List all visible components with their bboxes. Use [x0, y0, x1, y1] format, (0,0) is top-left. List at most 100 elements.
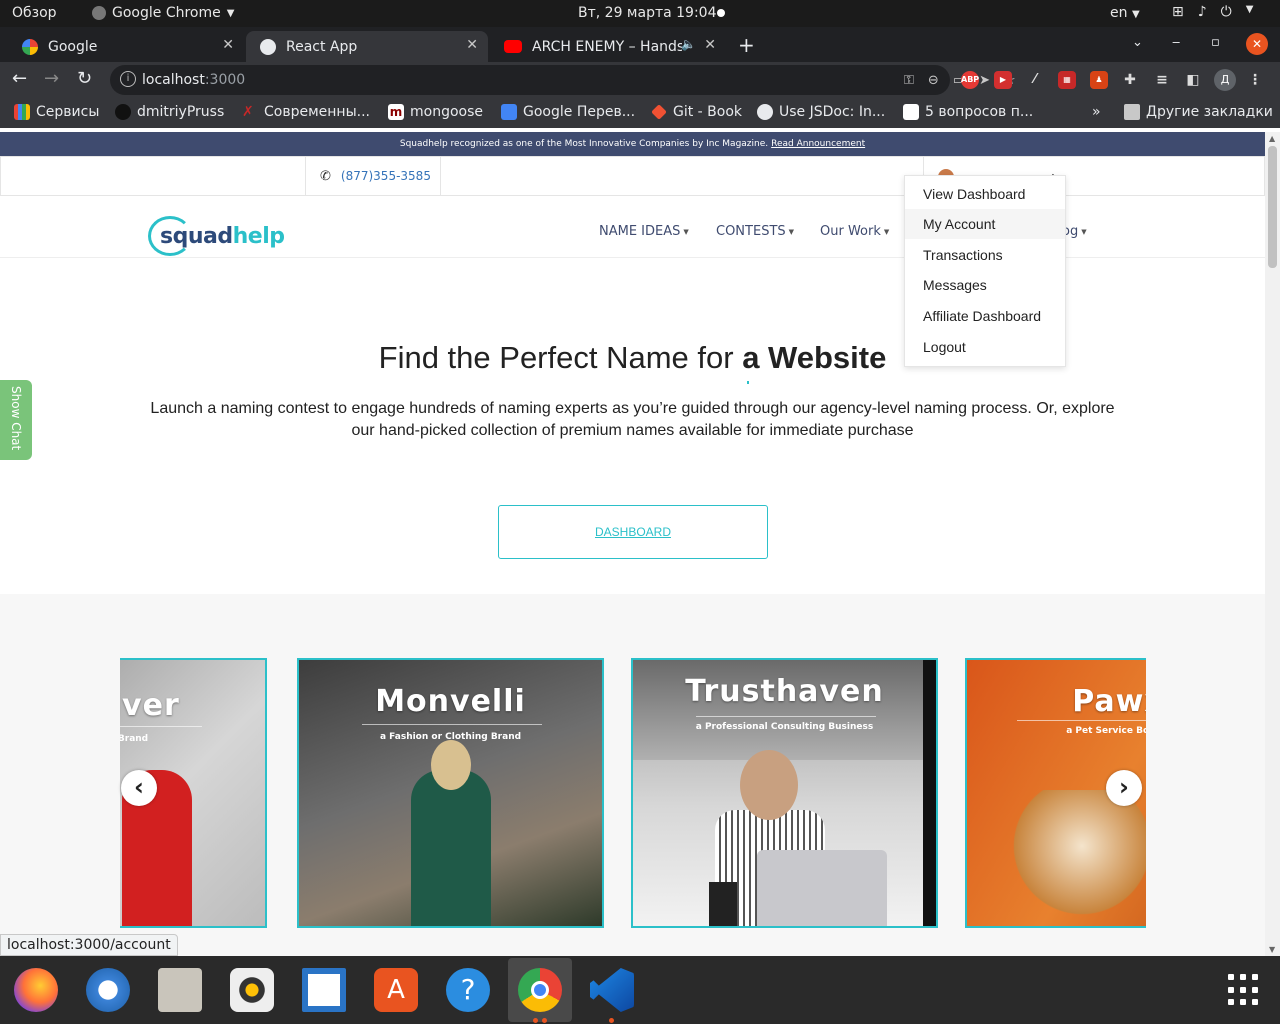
- extension-icon[interactable]: ▦: [1058, 71, 1076, 89]
- tab-search-icon[interactable]: ⌄: [1132, 35, 1143, 50]
- menu-item-view-dashboard[interactable]: View Dashboard: [905, 179, 1065, 209]
- zoom-icon[interactable]: ⊖: [928, 73, 939, 88]
- nav-label: NAME IDEAS: [599, 224, 681, 239]
- url-text[interactable]: localhost:3000: [142, 72, 245, 88]
- extension-icon[interactable]: ♟: [1090, 71, 1108, 89]
- language-indicator[interactable]: en ▼: [1110, 5, 1140, 21]
- maximize-icon[interactable]: ▫: [1211, 35, 1220, 50]
- more-bookmarks-button[interactable]: »: [1092, 104, 1101, 120]
- bookmark-translate[interactable]: Google Перев...: [501, 104, 635, 120]
- tab-title: React App: [286, 38, 358, 55]
- google-icon: [22, 38, 38, 55]
- chrome-center: [531, 981, 549, 999]
- chevron-down-icon: ▼: [1131, 9, 1140, 20]
- bookmark-mongoose[interactable]: m mongoose: [388, 104, 483, 120]
- tab-react-app[interactable]: React App ✕: [246, 31, 488, 62]
- running-indicator: [533, 1018, 538, 1023]
- gallery-card[interactable]: Monvelli a Fashion or Clothing Brand: [297, 658, 604, 928]
- software-icon[interactable]: A: [374, 968, 418, 1012]
- bookmark-jsdoc[interactable]: Use JSDoc: In...: [757, 104, 885, 120]
- menu-item-logout[interactable]: Logout: [905, 332, 1065, 362]
- firefox-icon[interactable]: [14, 968, 58, 1012]
- tab-arch-enemy[interactable]: ARCH ENEMY – Hands 🔈 ✕: [490, 31, 726, 62]
- card-subtitle: lothing Brand: [120, 734, 149, 744]
- puzzle-icon[interactable]: ✚: [1121, 71, 1139, 89]
- dashboard-button[interactable]: DASHBOARD: [498, 505, 768, 559]
- address-bar[interactable]: i localhost:3000 ⚿ ⊖ ▭ ➤ ☆: [110, 65, 1016, 95]
- other-bookmarks[interactable]: Другие закладки: [1124, 104, 1273, 120]
- tab-google[interactable]: Google ✕: [8, 31, 244, 62]
- gallery-card[interactable]: Trusthaven a Professional Consulting Bus…: [631, 658, 938, 928]
- bookmark-modern[interactable]: ✗ Современны...: [242, 104, 370, 120]
- back-icon[interactable]: ←: [12, 68, 27, 89]
- apps-icon: [14, 104, 30, 120]
- app-menu[interactable]: Google Chrome ▼: [92, 5, 234, 21]
- eyedropper-icon[interactable]: ⁄: [1026, 71, 1044, 89]
- bookmark-label: Современны...: [264, 104, 370, 120]
- bookmark-label: Git - Book: [673, 104, 743, 120]
- extension-red-icon[interactable]: ▶: [994, 71, 1012, 89]
- media-icon[interactable]: ≡: [1153, 71, 1171, 89]
- scrollbar-thumb[interactable]: [1268, 146, 1277, 268]
- hero-title-highlight: a Website: [742, 340, 887, 375]
- reload-icon[interactable]: ↻: [77, 68, 92, 89]
- reading-list-icon[interactable]: ◧: [1184, 71, 1202, 89]
- nav-contests[interactable]: CONTESTS ▼: [716, 224, 794, 239]
- system-tray[interactable]: ⊞ ♪ ⏻ ▼: [1172, 4, 1253, 20]
- menu-item-messages[interactable]: Messages: [905, 270, 1065, 300]
- bookmark-github[interactable]: dmitriyPruss: [115, 104, 224, 120]
- rhythmbox-icon[interactable]: [230, 968, 274, 1012]
- info-icon[interactable]: i: [120, 71, 136, 87]
- vscode-icon[interactable]: [590, 968, 634, 1012]
- forward-icon[interactable]: →: [44, 68, 59, 89]
- files-icon[interactable]: [158, 968, 202, 1012]
- bookmark-5-questions[interactable]: 5 вопросов п...: [903, 104, 1033, 120]
- adblock-icon[interactable]: ABP: [961, 71, 979, 89]
- clock[interactable]: Вт, 29 марта 19:04: [578, 5, 716, 21]
- minimize-icon[interactable]: ‒: [1172, 35, 1180, 50]
- phone-contact[interactable]: ✆ (877)355-3585: [305, 157, 441, 195]
- carousel-next-button[interactable]: ›: [1106, 770, 1142, 806]
- nav-our-work[interactable]: Our Work ▼: [820, 224, 889, 239]
- close-icon[interactable]: ✕: [466, 37, 478, 53]
- show-applications-icon[interactable]: [1228, 974, 1260, 1006]
- divider: [120, 726, 202, 727]
- new-tab-button[interactable]: +: [738, 33, 755, 57]
- help-icon[interactable]: ?: [446, 968, 490, 1012]
- bookmark-label: Use JSDoc: In...: [779, 104, 886, 120]
- send-icon[interactable]: ➤: [979, 73, 990, 88]
- person-head: [431, 740, 471, 790]
- close-icon[interactable]: ✕: [704, 37, 716, 53]
- menu-item-affiliate-dashboard[interactable]: Affiliate Dashboard: [905, 301, 1065, 331]
- window-close-button[interactable]: ✕: [1246, 33, 1268, 55]
- caret-down-icon: ▼: [1081, 227, 1087, 236]
- squadhelp-logo[interactable]: squadhelp: [148, 216, 285, 256]
- speaker-icon[interactable]: 🔈: [681, 37, 696, 51]
- profile-avatar[interactable]: Д: [1214, 69, 1236, 91]
- translate-icon: [501, 104, 517, 120]
- nav-label: CONTESTS: [716, 224, 786, 239]
- card-name: Monvelli: [375, 684, 526, 719]
- activities-button[interactable]: Обзор: [12, 5, 57, 21]
- page-scrollbar[interactable]: ▲ ▼: [1265, 132, 1280, 956]
- show-chat-button[interactable]: Show Chat: [0, 380, 32, 460]
- bookmark-services[interactable]: Сервисы: [14, 104, 99, 120]
- bookmark-git-book[interactable]: Git - Book: [651, 104, 742, 120]
- x-icon: ✗: [242, 104, 254, 120]
- menu-item-my-account[interactable]: My Account: [905, 209, 1065, 239]
- scroll-up-icon[interactable]: ▲: [1269, 134, 1275, 143]
- scroll-down-icon[interactable]: ▼: [1269, 945, 1275, 954]
- card-name: Trusthaven: [685, 674, 884, 709]
- thunderbird-icon[interactable]: [86, 968, 130, 1012]
- key-icon[interactable]: ⚿: [904, 73, 914, 88]
- nav-name-ideas[interactable]: NAME IDEAS ▼: [599, 224, 689, 239]
- os-dock: A ?: [0, 956, 1280, 1024]
- running-indicator: [609, 1018, 614, 1023]
- notification-dot: [717, 9, 725, 17]
- close-icon[interactable]: ✕: [222, 37, 234, 53]
- menu-item-transactions[interactable]: Transactions: [905, 240, 1065, 270]
- writer-icon[interactable]: [302, 968, 346, 1012]
- menu-icon[interactable]: ⋮: [1246, 71, 1264, 89]
- read-announcement-link[interactable]: Read Announcement: [771, 139, 865, 149]
- carousel-prev-button[interactable]: ‹: [121, 770, 157, 806]
